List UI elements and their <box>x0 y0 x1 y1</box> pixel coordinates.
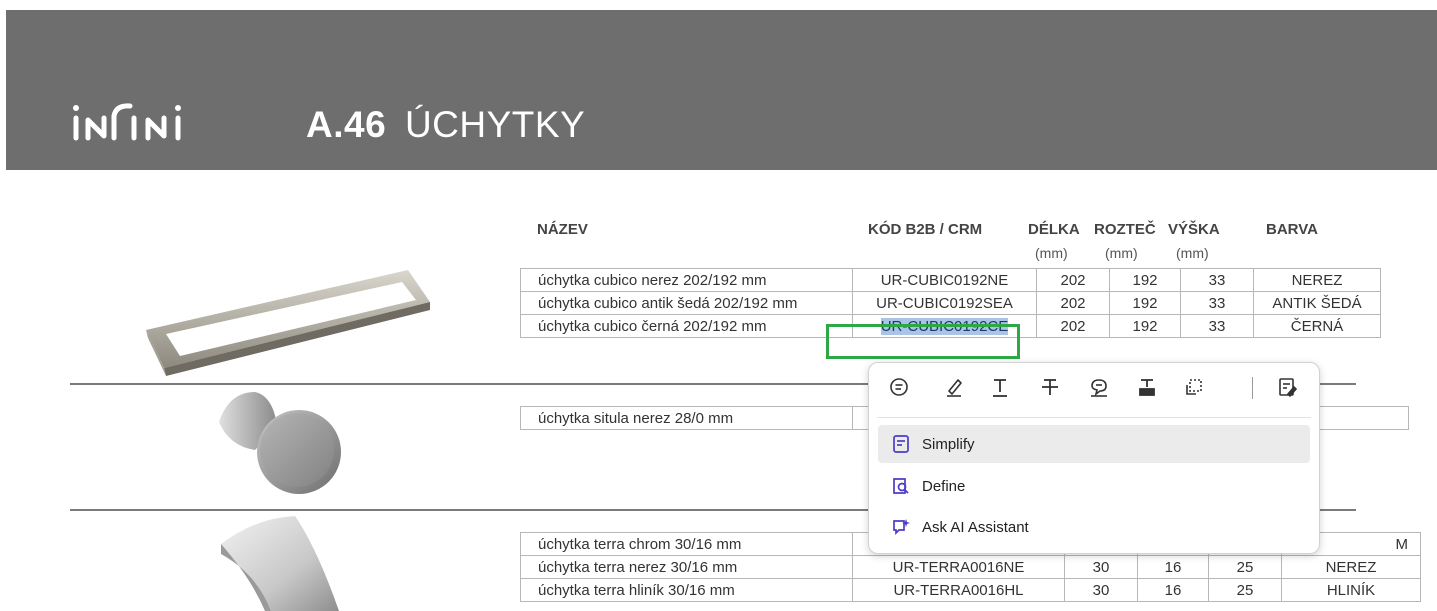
menu-item-label: Define <box>922 477 966 495</box>
menu-item-define[interactable]: Define <box>878 467 1310 505</box>
cell-length: 202 <box>1036 314 1110 338</box>
cell-spacing: 192 <box>1109 268 1181 292</box>
simplify-icon <box>890 433 912 455</box>
underline-icon[interactable] <box>986 373 1014 401</box>
menu-item-simplify[interactable]: Simplify <box>878 425 1310 463</box>
cell-color: ANTIK ŠEDÁ <box>1253 291 1381 315</box>
ai-assistant-icon <box>890 516 912 538</box>
menu-item-label: Ask AI Assistant <box>922 518 1029 536</box>
cell-name: úchytka cubico nerez 202/192 mm <box>520 268 853 292</box>
table-row: úchytka terra nerez 30/16 mm UR-TERRA001… <box>520 555 1421 579</box>
cell-length: 202 <box>1036 291 1110 315</box>
cell-code: UR-CUBIC0192NE <box>852 268 1037 292</box>
cell-name: úchytka terra nerez 30/16 mm <box>520 555 853 579</box>
section-code: A.46 <box>306 104 387 145</box>
cell-height: 33 <box>1180 314 1254 338</box>
table-row: úchytka terra hliník 30/16 mm UR-TERRA00… <box>520 578 1421 602</box>
page-title: A.46 ÚCHYTKY <box>306 104 585 146</box>
cell-name: úchytka cubico antik šedá 202/192 mm <box>520 291 853 315</box>
column-header-spacing: ROZTEČ <box>1094 221 1156 238</box>
cell-spacing: 16 <box>1137 578 1209 602</box>
cell-spacing: 192 <box>1109 314 1181 338</box>
select-area-icon[interactable] <box>1180 373 1208 401</box>
cell-color: ČERNÁ <box>1253 314 1381 338</box>
infini-logo: infini <box>73 103 181 141</box>
menu-item-ask-ai-assistant[interactable]: Ask AI Assistant <box>878 508 1310 546</box>
table-row: úchytka cubico nerez 202/192 mm UR-CUBIC… <box>520 268 1381 292</box>
text-comment-icon[interactable] <box>1085 373 1113 401</box>
cell-height: 33 <box>1180 291 1254 315</box>
strikethrough-icon[interactable] <box>1036 373 1064 401</box>
toolbar-separator <box>1252 377 1253 399</box>
column-header-length: DÉLKA <box>1028 221 1080 238</box>
cell-code: UR-CUBIC0192SEA <box>852 291 1037 315</box>
comment-icon[interactable] <box>885 373 913 401</box>
cell-spacing: 16 <box>1137 555 1209 579</box>
define-icon <box>890 475 912 497</box>
header-banner <box>6 10 1437 170</box>
column-header-height: VÝŠKA <box>1168 221 1220 238</box>
product-image-situla <box>219 392 341 494</box>
column-header-name: NÁZEV <box>537 221 588 238</box>
table-row: úchytka cubico antik šedá 202/192 mm UR-… <box>520 291 1381 315</box>
highlight-pen-icon[interactable] <box>940 373 968 401</box>
cell-spacing: 192 <box>1109 291 1181 315</box>
popup-divider <box>877 417 1311 418</box>
product-image-cubico <box>146 270 430 376</box>
cell-name: úchytka situla nerez 28/0 mm <box>520 406 853 430</box>
cell-length: 30 <box>1064 555 1138 579</box>
cell-height: 25 <box>1208 578 1282 602</box>
cell-code: UR-TERRA0016HL <box>852 578 1065 602</box>
cell-color: HLINÍK <box>1281 578 1421 602</box>
product-image-terra <box>221 516 339 611</box>
unit-spacing: (mm) <box>1105 245 1138 261</box>
section-title: ÚCHYTKY <box>404 104 586 145</box>
column-header-code: KÓD B2B / CRM <box>868 221 983 238</box>
selection-outline <box>826 324 1020 359</box>
cell-length: 30 <box>1064 578 1138 602</box>
edit-text-icon[interactable] <box>1273 373 1301 401</box>
cell-color: NEREZ <box>1281 555 1421 579</box>
cell-height: 33 <box>1180 268 1254 292</box>
column-header-color: BARVA <box>1266 221 1318 238</box>
cell-color: NEREZ <box>1253 268 1381 292</box>
unit-length: (mm) <box>1035 245 1068 261</box>
cell-name: úchytka terra hliník 30/16 mm <box>520 578 853 602</box>
unit-height: (mm) <box>1176 245 1209 261</box>
cell-name: úchytka cubico černá 202/192 mm <box>520 314 853 338</box>
replace-text-icon[interactable] <box>1133 373 1161 401</box>
cell-length: 202 <box>1036 268 1110 292</box>
cell-code: UR-TERRA0016NE <box>852 555 1065 579</box>
cell-height: 25 <box>1208 555 1282 579</box>
cell-name: úchytka terra chrom 30/16 mm <box>520 532 853 556</box>
text-selection-popup: Simplify Define Ask AI Assistant <box>868 362 1320 554</box>
menu-item-label: Simplify <box>922 435 975 453</box>
